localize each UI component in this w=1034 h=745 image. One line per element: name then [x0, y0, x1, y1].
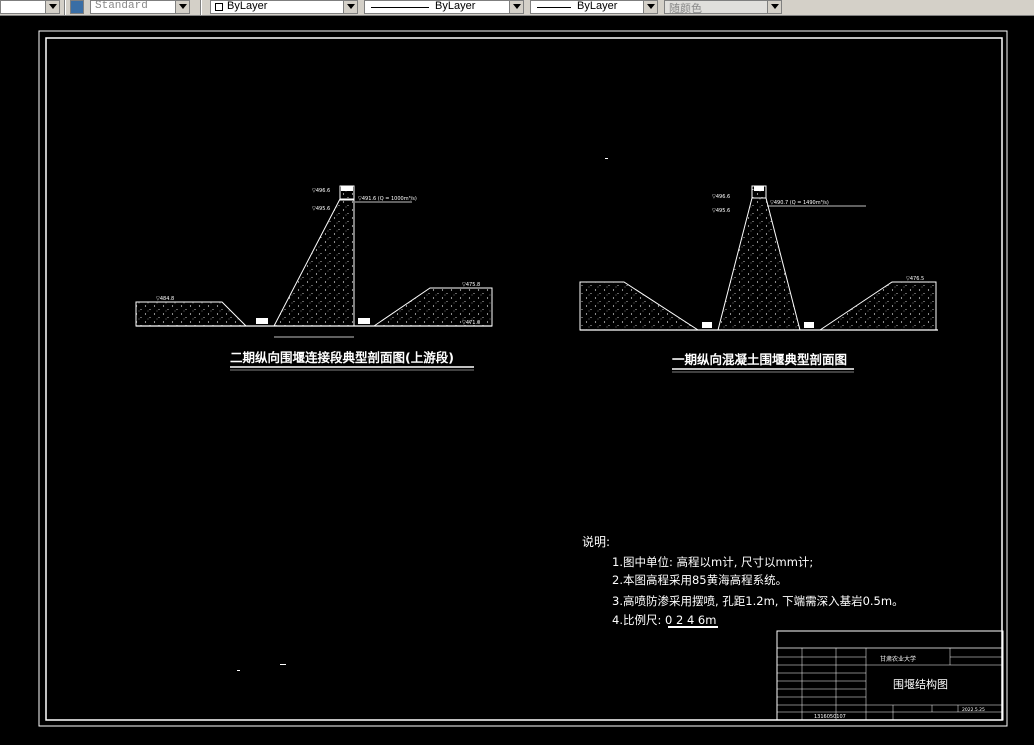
color-value: 随颜色: [669, 3, 702, 14]
textstyle-value: Standard: [95, 0, 148, 12]
student-id: 1316050107: [814, 714, 846, 720]
elev-label: ▽495.6: [312, 206, 330, 212]
note-item: 3.高喷防渗采用摆喷, 孔距1.2m, 下端需深入基岩0.5m。: [612, 594, 904, 608]
title-block: 甘肃农业大学 围堰结构图 2022.5.25 1316050107: [776, 630, 1004, 721]
linetype-preview: [371, 7, 429, 8]
left-cross-section: ▽496.6 ▽495.6 ▽491.6 (Q = 1000m³/s) ▽484…: [135, 185, 493, 371]
drawing-name: 围堰结构图: [893, 677, 948, 691]
toolbar-separator: [64, 0, 66, 15]
right-toe-block: [358, 318, 370, 324]
chevron-down-icon[interactable]: [175, 1, 189, 13]
linetype-dropdown[interactable]: ByLayer: [364, 0, 524, 14]
chevron-down-icon[interactable]: [643, 1, 657, 13]
right-cross-section: ▽496.6 ▽495.6 ▽490.7 (Q = 1490m³/s) ▽476…: [579, 185, 938, 373]
color-dropdown[interactable]: 随颜色: [664, 0, 782, 14]
lineweight-preview: [537, 7, 571, 8]
chevron-down-icon[interactable]: [509, 1, 523, 13]
elev-label: ▽495.6: [712, 208, 730, 214]
chevron-down-icon[interactable]: [767, 1, 781, 13]
lineweight-dropdown[interactable]: ByLayer: [530, 0, 658, 14]
linetype-value: ByLayer: [435, 0, 476, 12]
elev-label: ▽475.8: [462, 282, 480, 288]
textstyle-dropdown[interactable]: Standard: [90, 0, 190, 14]
inner-frame: [45, 37, 1003, 721]
drawing-date: 2022.5.25: [962, 707, 985, 713]
left-toe-block: [702, 322, 712, 328]
left-cofferdam-body: [273, 198, 355, 327]
chevron-down-icon[interactable]: [45, 1, 59, 13]
drawing-svg: ▽496.6 ▽495.6 ▽491.6 (Q = 1000m³/s) ▽484…: [38, 30, 1008, 727]
note-item: 1.图中单位: 高程以m计, 尺寸以mm计;: [612, 555, 813, 569]
chevron-down-icon[interactable]: [343, 1, 357, 13]
layer-value: ByLayer: [227, 0, 268, 12]
left-toe-block: [256, 318, 268, 324]
note-item: 4.比例尺: 0 2 4 6m: [612, 613, 716, 627]
stray-mark: [605, 158, 608, 159]
right-bank: [818, 281, 937, 331]
color-swatch-icon: [215, 3, 223, 11]
layer-dropdown[interactable]: ByLayer: [210, 0, 358, 14]
elev-label: ▽496.6: [712, 194, 730, 200]
elev-label: ▽476.5: [906, 276, 924, 282]
elev-label: ▽484.8: [156, 296, 174, 302]
properties-toolbar: Standard ByLayer ByLayer ByLayer 随颜色: [0, 0, 1034, 16]
lineweight-value: ByLayer: [577, 0, 618, 12]
elev-label: ▽496.6: [312, 188, 330, 194]
notes-heading: 说明:: [582, 534, 610, 549]
drawing-canvas[interactable]: ▽496.6 ▽495.6 ▽491.6 (Q = 1000m³/s) ▽484…: [0, 16, 1034, 741]
stray-mark: [280, 664, 286, 665]
notes-block: 说明: 1.图中单位: 高程以m计, 尺寸以mm计; 2.本图高程采用85黄海高…: [582, 534, 904, 628]
elev-label: ▽491.6 (Q = 1000m³/s): [358, 196, 417, 202]
elev-label: ▽471.0: [462, 320, 480, 326]
right-cofferdam-body: [717, 197, 801, 331]
crest-block: [754, 186, 764, 191]
title-block-frame: [776, 630, 1004, 721]
section-title: 一期纵向混凝土围堰典型剖面图: [672, 352, 847, 367]
toolbar-separator: [200, 0, 202, 15]
left-bank: [579, 281, 700, 331]
left-berm: [135, 301, 248, 327]
right-toe-block: [804, 322, 814, 328]
outer-frame: [38, 30, 1008, 727]
elev-label: ▽490.7 (Q = 1490m³/s): [770, 200, 829, 206]
section-title: 二期纵向围堰连接段典型剖面图(上游段): [230, 350, 454, 365]
school-name: 甘肃农业大学: [880, 655, 916, 663]
layer-dropdown-stub[interactable]: [0, 0, 60, 14]
stray-mark: [237, 670, 240, 671]
note-item: 2.本图高程采用85黄海高程系统。: [612, 573, 787, 587]
textstyle-icon[interactable]: [70, 0, 84, 14]
crest-block: [341, 186, 353, 191]
